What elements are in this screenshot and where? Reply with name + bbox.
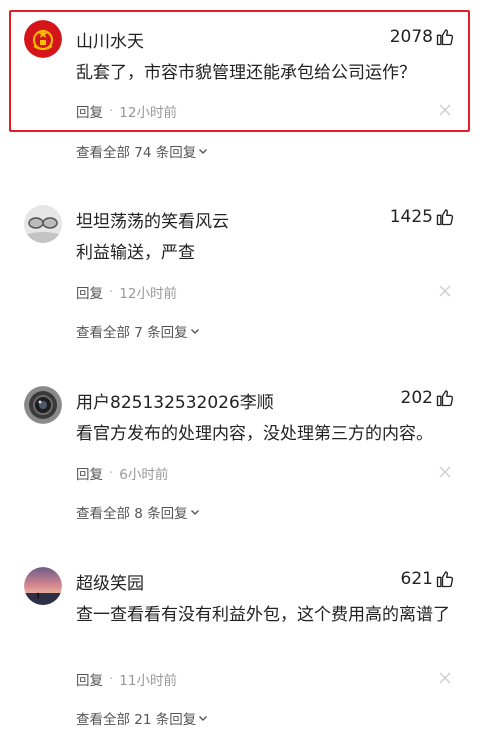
comment-text: 利益输送，严查 [76, 243, 195, 263]
reply-button[interactable]: 回复 [76, 282, 103, 302]
comment-text: 乱套了，市容市貌管理还能承包给公司运作？ [76, 63, 416, 83]
view-replies-button[interactable]: 查看全部 8 条回复 [76, 502, 200, 522]
separator-dot: · [109, 465, 114, 481]
like-button[interactable]: 202 [401, 388, 455, 408]
close-icon[interactable] [439, 285, 451, 297]
username[interactable]: 山川水天 [76, 27, 144, 52]
view-replies-label: 查看全部 21 条回复 [76, 712, 197, 728]
timestamp: 6小时前 [119, 467, 169, 483]
comment-meta: 回复 · 6小时前 [76, 463, 168, 483]
comment-meta: 回复 · 12小时前 [76, 282, 177, 302]
comment-meta: 回复 · 11小时前 [76, 669, 177, 689]
comment-text: 看官方发布的处理内容，没处理第三方的内容。 [76, 424, 433, 444]
timestamp: 12小时前 [119, 105, 177, 121]
view-replies-label: 查看全部 7 条回复 [76, 325, 188, 341]
like-count: 1425 [389, 207, 433, 227]
view-replies-button[interactable]: 查看全部 7 条回复 [76, 321, 200, 341]
like-button[interactable]: 1425 [390, 207, 455, 227]
close-icon[interactable] [439, 104, 451, 116]
like-count: 621 [400, 569, 433, 589]
view-replies-label: 查看全部 8 条回复 [76, 506, 188, 522]
glasses-photo-avatar[interactable] [24, 205, 62, 243]
close-icon[interactable] [439, 466, 451, 478]
username[interactable]: 坦坦荡荡的笑看风云 [76, 207, 229, 232]
red-emblem-avatar[interactable] [24, 20, 62, 58]
reply-button[interactable]: 回复 [76, 101, 103, 121]
sunset-photo-avatar[interactable] [24, 567, 62, 605]
chevron-down-icon [190, 326, 200, 336]
like-count: 202 [400, 388, 433, 408]
chevron-down-icon [190, 507, 200, 517]
timestamp: 11小时前 [119, 673, 177, 689]
thumbs-up-icon [435, 207, 455, 227]
username[interactable]: 超级笑园 [76, 569, 144, 594]
timestamp: 12小时前 [119, 286, 177, 302]
thumbs-up-icon [435, 27, 455, 47]
view-replies-button[interactable]: 查看全部 21 条回复 [76, 708, 208, 728]
like-button[interactable]: 621 [401, 569, 455, 589]
like-button[interactable]: 2078 [390, 27, 455, 47]
view-replies-label: 查看全部 74 条回复 [76, 145, 197, 161]
comment-meta: 回复 · 12小时前 [76, 101, 177, 121]
separator-dot: · [109, 671, 114, 687]
camera-lens-avatar[interactable] [24, 386, 62, 424]
thumbs-up-icon [435, 569, 455, 589]
separator-dot: · [109, 284, 114, 300]
chevron-down-icon [198, 146, 208, 156]
thumbs-up-icon [435, 388, 455, 408]
close-icon[interactable] [439, 672, 451, 684]
username[interactable]: 用户825132532026李顺 [76, 388, 274, 413]
view-replies-button[interactable]: 查看全部 74 条回复 [76, 141, 208, 161]
separator-dot: · [109, 103, 114, 119]
like-count: 2078 [389, 27, 433, 47]
chevron-down-icon [198, 713, 208, 723]
reply-button[interactable]: 回复 [76, 463, 103, 483]
reply-button[interactable]: 回复 [76, 669, 103, 689]
comment-text: 查一查看看有没有利益外包，这个费用高的离谱了 [76, 605, 450, 625]
